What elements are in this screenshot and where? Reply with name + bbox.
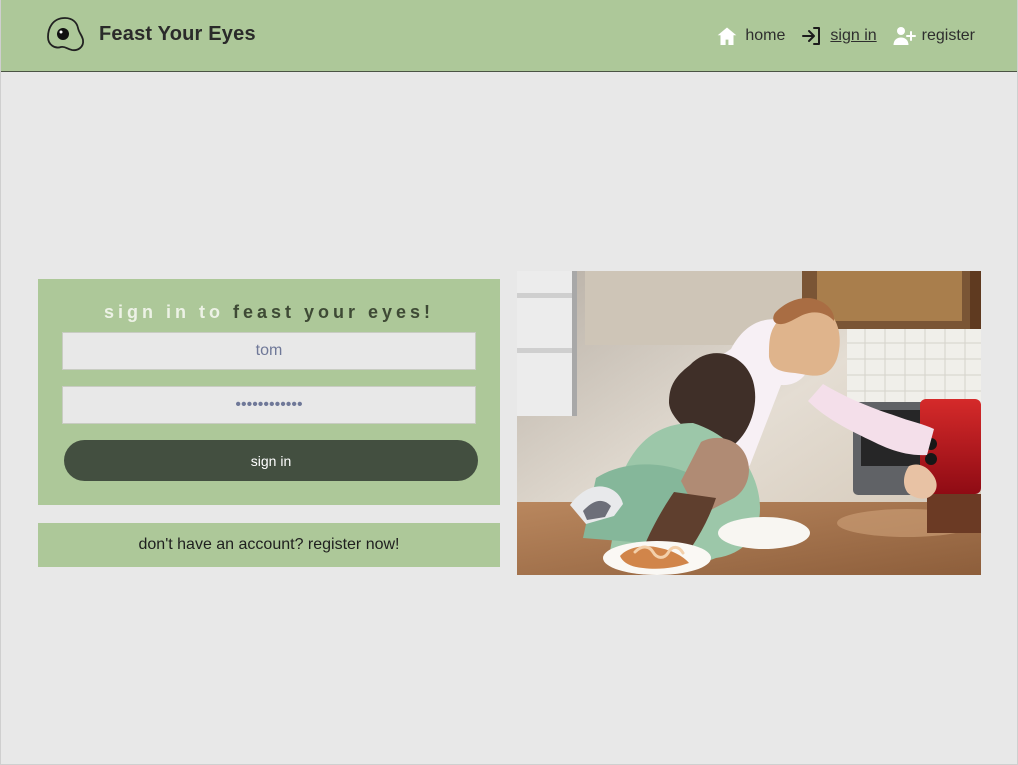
hero-photo xyxy=(517,271,981,575)
fried-egg-icon xyxy=(47,17,84,52)
nav-sign-in-link[interactable]: sign in xyxy=(800,24,877,48)
main-nav: home sign in register xyxy=(715,20,975,52)
register-prompt-link[interactable]: don't have an account? register now! xyxy=(38,523,500,567)
nav-home-link[interactable]: home xyxy=(715,24,785,48)
top-navbar: Feast Your Eyes home sign in register xyxy=(1,0,1017,72)
username-field[interactable] xyxy=(62,332,476,370)
sign-in-label: sign in xyxy=(830,27,877,44)
sign-in-icon xyxy=(802,27,821,45)
brand-title: Feast Your Eyes xyxy=(99,22,256,45)
brand-link[interactable]: Feast Your Eyes xyxy=(45,12,256,56)
add-user-icon xyxy=(893,27,916,45)
password-field[interactable] xyxy=(62,386,476,424)
home-label: home xyxy=(745,27,786,44)
sign-in-heading-prefix: sign in to xyxy=(103,302,224,322)
sign-in-heading-brand: feast your eyes! xyxy=(232,302,435,322)
sign-in-panel: sign in to feast your eyes! sign in xyxy=(38,279,500,505)
home-icon xyxy=(718,27,737,45)
sign-in-heading: sign in to feast your eyes! xyxy=(38,301,500,323)
nav-register-link[interactable]: register xyxy=(892,24,975,48)
sign-in-button[interactable]: sign in xyxy=(64,440,478,481)
register-label: register xyxy=(921,27,975,44)
